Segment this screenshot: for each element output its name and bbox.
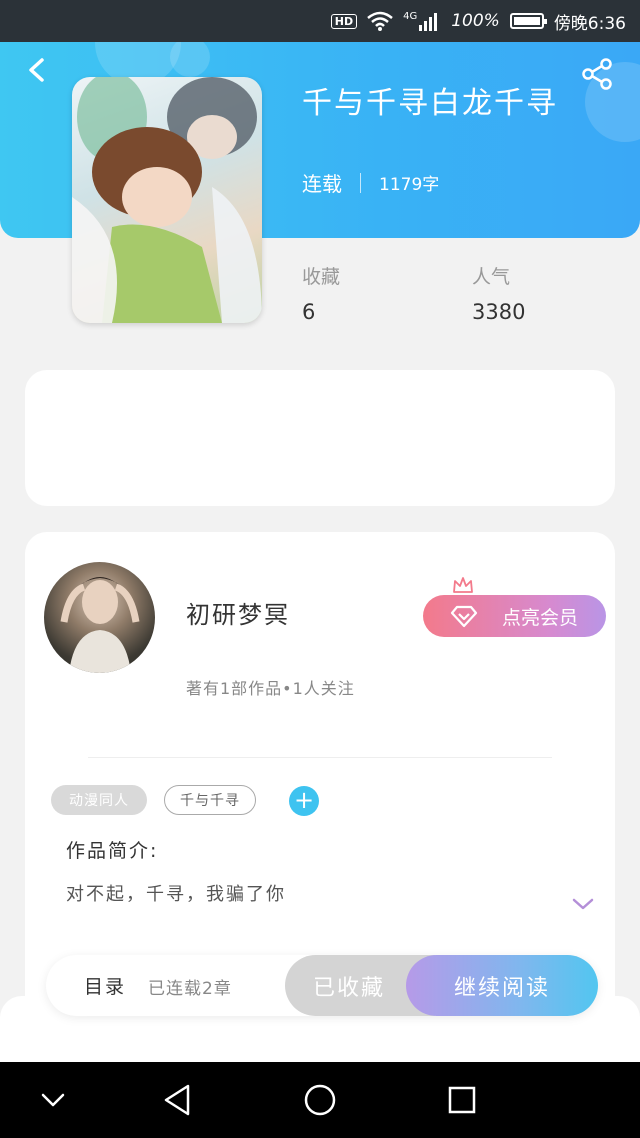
vip-label: 点亮会员 xyxy=(501,606,578,629)
continue-reading-button[interactable]: 继续阅读 xyxy=(406,955,598,1016)
chevron-down-icon[interactable] xyxy=(33,1080,73,1120)
add-tag-button[interactable]: + xyxy=(289,786,319,816)
crown-icon xyxy=(453,577,473,593)
book-meta: 连载 1179字 xyxy=(302,168,439,197)
plus-icon: + xyxy=(293,786,315,814)
intro-label: 作品简介: xyxy=(66,840,159,862)
popularity-value: 3380 xyxy=(472,300,526,324)
book-word-count: 1179字 xyxy=(379,175,440,195)
triangle-back-icon[interactable] xyxy=(158,1080,198,1120)
share-button[interactable] xyxy=(580,57,614,91)
network-type: 4G xyxy=(403,10,418,22)
back-button[interactable] xyxy=(22,55,52,85)
toc-button[interactable]: 目录 xyxy=(84,972,126,999)
chevron-down-icon[interactable] xyxy=(571,896,595,912)
tag-item[interactable]: 千与千寻 xyxy=(164,785,256,815)
book-cover[interactable] xyxy=(72,77,262,323)
author-info: 著有1部作品•1人关注 xyxy=(186,679,355,698)
diamond-icon xyxy=(450,605,478,628)
favorites-label: 收藏 xyxy=(302,266,341,288)
signal-icon xyxy=(419,13,438,31)
battery-icon xyxy=(509,13,547,29)
avatar[interactable] xyxy=(44,562,155,673)
tag-item[interactable]: 动漫同人 xyxy=(51,785,147,815)
back-icon xyxy=(29,58,44,82)
circle-home-icon[interactable] xyxy=(300,1080,340,1120)
share-icon xyxy=(582,58,612,90)
author-divider xyxy=(88,757,552,758)
status-time: 傍晚6:36 xyxy=(553,13,626,34)
favorites-value: 6 xyxy=(302,300,316,324)
wifi-icon xyxy=(367,11,393,31)
book-title: 千与千寻白龙千寻 xyxy=(302,86,558,121)
book-status: 连载 xyxy=(302,172,342,196)
popularity-label: 人气 xyxy=(472,266,511,288)
author-name[interactable]: 初研梦冥 xyxy=(186,595,290,630)
toc-count[interactable]: 已连载2章 xyxy=(148,974,232,999)
square-recents-icon[interactable] xyxy=(442,1080,482,1120)
hd-badge: HD xyxy=(330,13,358,29)
collected-label: 已收藏 xyxy=(313,975,386,1001)
status-bar: HD 4G 100% 傍晚6:36 xyxy=(0,0,640,42)
battery-percent: 100% xyxy=(451,11,500,31)
ad-card xyxy=(25,370,615,506)
continue-reading-label: 继续阅读 xyxy=(453,975,550,1001)
intro-text: 对不起，千寻，我骗了你 xyxy=(66,884,286,905)
meta-divider xyxy=(360,172,361,193)
